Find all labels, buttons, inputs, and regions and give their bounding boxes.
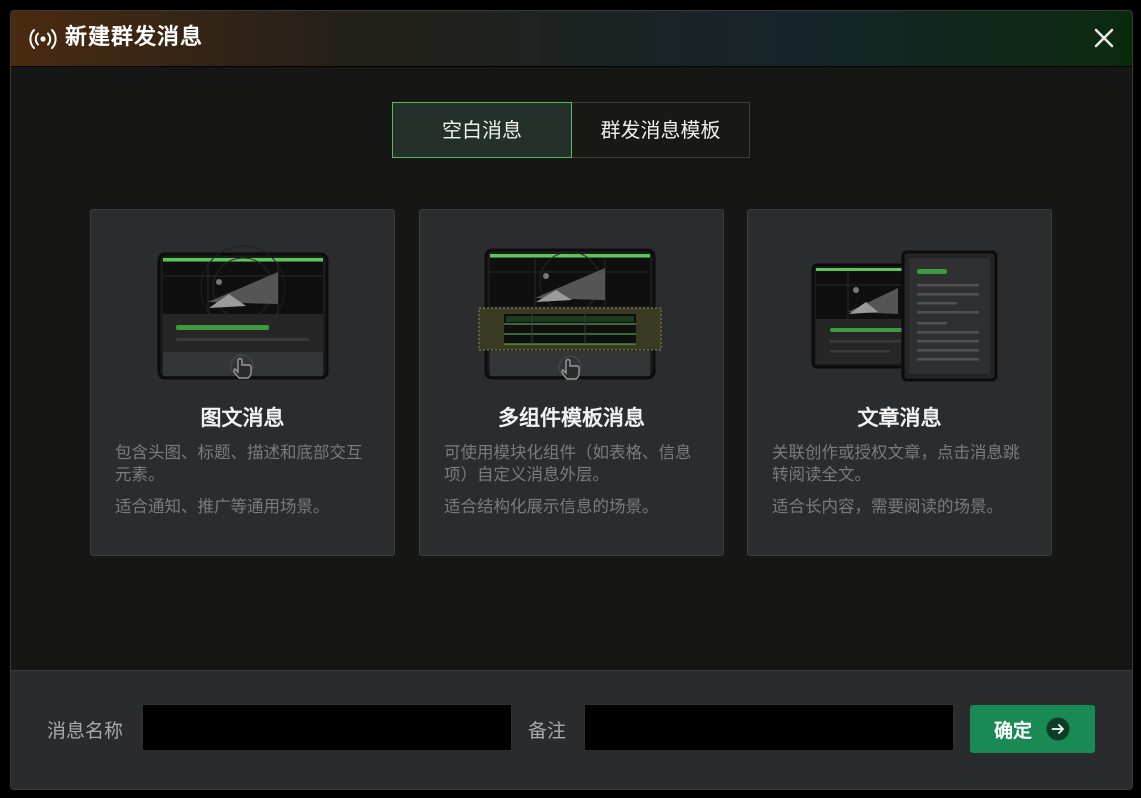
dialog-title: 新建群发消息 [65,25,204,50]
card-desc-line: 关联创作或授权文章，点击消息跳转阅读全文。 [772,443,1020,484]
broadcast-icon [29,29,57,49]
message-type-tabs: 空白消息 群发消息模板 [392,102,750,158]
card-title: 图文消息 [200,406,285,430]
card-description: 包含头图、标题、描述和底部交互元素。 适合通知、推广等通用场景。 [115,442,377,528]
card-desc-line: 适合通知、推广等通用场景。 [115,497,330,516]
tab-blank-message[interactable]: 空白消息 [392,102,572,158]
message-name-input[interactable] [142,704,512,751]
card-description: 关联创作或授权文章，点击消息跳转阅读全文。 适合长内容，需要阅读的场景。 [772,442,1034,528]
note-label: 备注 [528,720,567,742]
multi-component-illustration [478,248,662,380]
confirm-button[interactable]: 确定 [970,705,1095,753]
message-name-label: 消息名称 [47,720,124,742]
card-description: 可使用模块化组件（如表格、信息项）自定义消息外层。 适合结构化展示信息的场景。 [444,442,706,528]
tab-broadcast-template[interactable]: 群发消息模板 [572,102,750,158]
card-desc-line: 包含头图、标题、描述和底部交互元素。 [115,443,363,484]
card-title: 多组件模板消息 [498,406,645,430]
close-icon[interactable] [1092,26,1116,50]
card-image-text-message[interactable]: 图文消息 包含头图、标题、描述和底部交互元素。 适合通知、推广等通用场景。 [90,209,395,556]
article-illustration [811,250,998,382]
dialog-header: 新建群发消息 [11,11,1132,67]
arrow-right-circle-icon [1046,717,1070,741]
card-desc-line: 可使用模块化组件（如表格、信息项）自定义消息外层。 [444,443,692,484]
card-desc-line: 适合长内容，需要阅读的场景。 [772,497,1003,516]
image-text-illustration [157,245,329,380]
confirm-button-label: 确定 [994,720,1033,742]
card-title: 文章消息 [857,406,942,430]
card-multi-component-template-message[interactable]: 多组件模板消息 可使用模块化组件（如表格、信息项）自定义消息外层。 适合结构化展… [419,209,724,556]
card-desc-line: 适合结构化展示信息的场景。 [444,497,659,516]
dialog-footer: 消息名称 备注 确定 [11,670,1132,789]
note-input[interactable] [584,704,954,751]
new-broadcast-dialog: 新建群发消息 空白消息 群发消息模板 图文消息 包含头图、标题、描述和底部交互元… [10,10,1133,790]
card-article-message[interactable]: 文章消息 关联创作或授权文章，点击消息跳转阅读全文。 适合长内容，需要阅读的场景… [747,209,1052,556]
